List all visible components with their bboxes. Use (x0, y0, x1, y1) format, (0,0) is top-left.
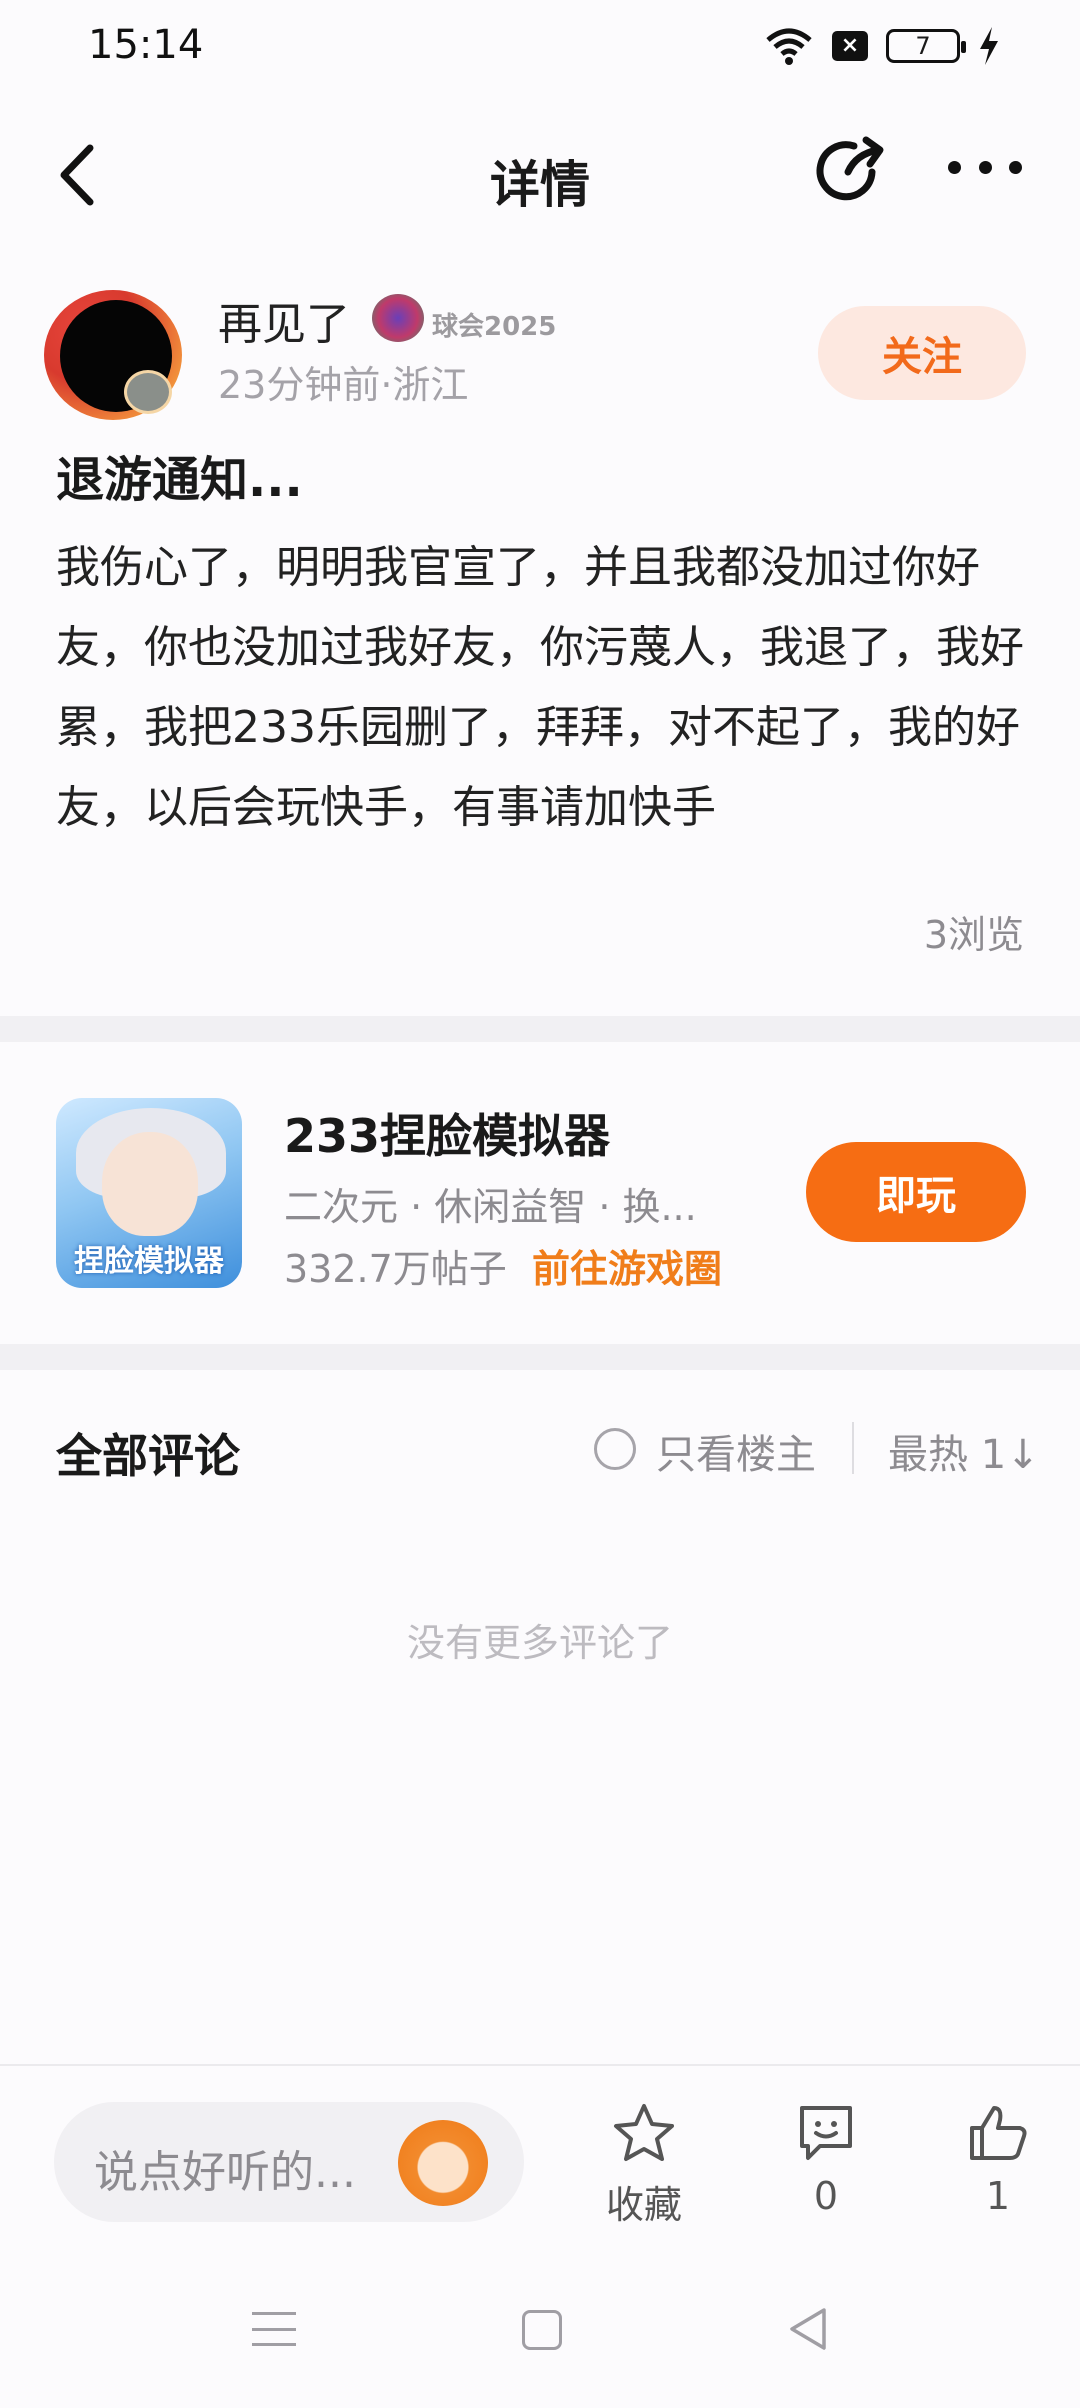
owner-only-radio[interactable] (594, 1428, 636, 1470)
badge-icon (372, 294, 424, 342)
like-count: 1 (985, 2174, 1011, 2218)
mascot-icon[interactable] (398, 2120, 488, 2206)
favorite-button[interactable]: 收藏 (584, 2102, 704, 2229)
follow-button[interactable]: 关注 (818, 306, 1026, 400)
notification-mute-icon: × (832, 31, 868, 61)
bottom-bar-divider (0, 2064, 1080, 2066)
battery-icon: 7 (886, 29, 966, 63)
game-icon-face (102, 1132, 198, 1236)
post-title: 退游通知... (56, 452, 303, 508)
game-icon-label: 捏脸模拟器 (74, 1244, 224, 1279)
game-name[interactable]: 233捏脸模拟器 (284, 1100, 610, 1166)
comment-count: 0 (813, 2174, 839, 2218)
status-time: 15:14 (88, 22, 204, 68)
wifi-icon (766, 28, 812, 65)
favorite-label: 收藏 (605, 2183, 682, 2227)
game-post-count: 332.7万帖子 (284, 1247, 507, 1291)
sort-toggle[interactable]: 最热 1↓ (888, 1422, 1040, 1480)
more-icon[interactable] (948, 152, 1022, 182)
play-button[interactable]: 即玩 (806, 1142, 1026, 1242)
game-tags: 二次元 · 休闲益智 · 换... (284, 1185, 697, 1229)
post-body: 我伤心了，明明我官宣了，并且我都没加过你好友，你也没加过我好友，你污蔑人，我退了… (56, 542, 1024, 833)
comment-placeholder[interactable]: 说点好听的... (94, 2136, 356, 2200)
comment-icon (800, 2106, 852, 2160)
thumbs-up-icon (970, 2106, 1027, 2160)
author-name[interactable]: 再见了 (218, 288, 350, 352)
nav-menu-icon[interactable] (252, 2312, 296, 2346)
battery-level: 7 (915, 32, 931, 60)
nav-home-icon[interactable] (522, 2310, 562, 2350)
share-icon[interactable] (812, 132, 888, 208)
section-divider (0, 1344, 1080, 1370)
like-button[interactable]: 1 (938, 2102, 1058, 2218)
owner-only-label[interactable]: 只看楼主 (656, 1422, 816, 1480)
charging-icon (980, 27, 998, 65)
badge-label: 球会2025 (432, 312, 557, 342)
section-divider (0, 1016, 1080, 1042)
status-icons: × 7 (764, 26, 1000, 66)
view-count: 3浏览 (923, 913, 1024, 957)
nav-back-icon[interactable] (786, 2306, 830, 2352)
game-circle-link[interactable]: 前往游戏圈 (532, 1238, 722, 1293)
empty-comments-text: 没有更多评论了 (406, 1621, 673, 1665)
game-icon[interactable]: 捏脸模拟器 (56, 1098, 242, 1288)
filter-divider (852, 1422, 854, 1474)
star-icon (614, 2104, 674, 2161)
comment-button[interactable]: 0 (766, 2102, 886, 2218)
post-meta: 23分钟前·浙江 (218, 363, 469, 407)
page-title: 详情 (490, 156, 590, 214)
comments-title: 全部评论 (56, 1429, 240, 1483)
avatar-pendant-icon (124, 370, 172, 414)
